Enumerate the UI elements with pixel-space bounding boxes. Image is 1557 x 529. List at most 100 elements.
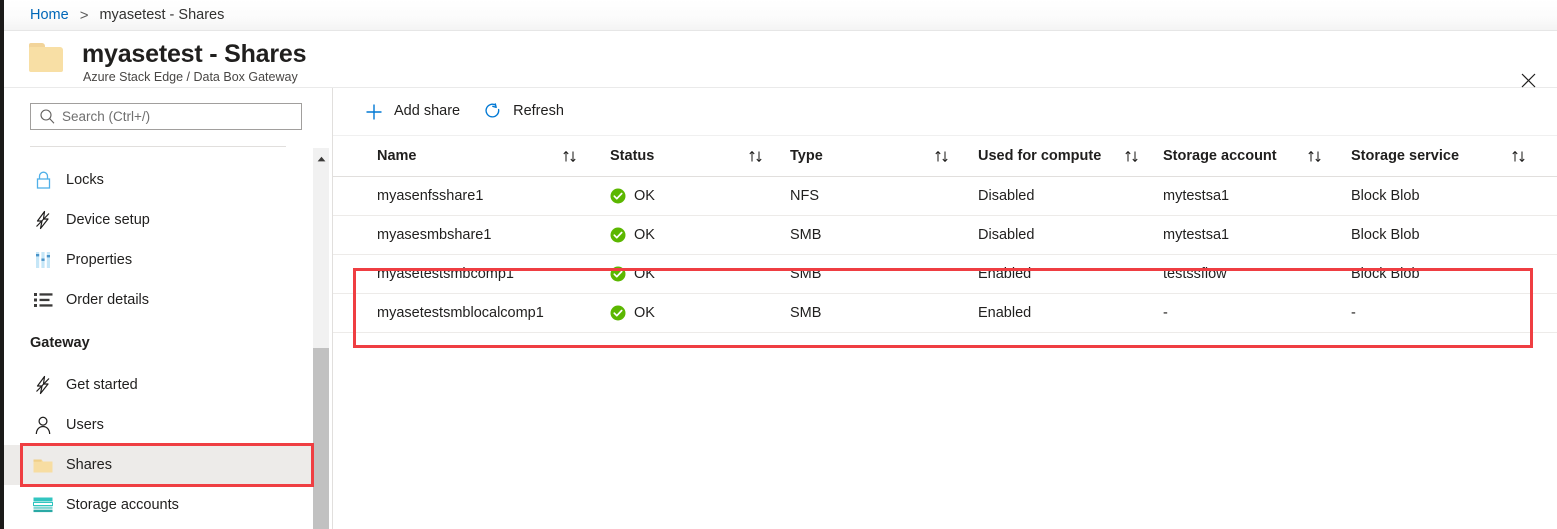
close-icon (1521, 73, 1535, 87)
refresh-icon (482, 101, 504, 123)
sidebar-scrollbar-thumb[interactable] (313, 348, 329, 529)
breadcrumb-home-link[interactable]: Home (30, 8, 69, 23)
cell-storage-service: Block Blob (1351, 226, 1420, 243)
toolbar-button-label: Refresh (513, 103, 564, 119)
table-row[interactable]: myasenfsshare1 OK NFS Disabled mytestsa1… (333, 177, 1557, 216)
column-header-status[interactable]: Status (610, 147, 654, 166)
cell-storage-service: Block Blob (1351, 187, 1420, 204)
table-row[interactable]: myasetestsmbcomp1 OK SMB Enabled testssf… (333, 255, 1557, 294)
refresh-button[interactable]: Refresh (480, 96, 574, 128)
check-circle-icon (610, 188, 626, 204)
sidebar-item-device-setup[interactable]: Device setup (4, 200, 312, 240)
lightning-bolt-icon (32, 374, 54, 396)
triangle-up-icon (317, 156, 325, 161)
sidebar-item-label: Order details (66, 291, 150, 308)
column-header-used-for-compute[interactable]: Used for compute (978, 147, 1101, 166)
cell-status: OK (610, 187, 655, 206)
nav-divider (30, 146, 286, 147)
table-header-row: Name Status Type Used for compute Storag… (333, 137, 1557, 177)
sort-arrows-icon-compute[interactable] (1124, 149, 1140, 165)
cell-status: OK (610, 304, 655, 323)
cell-type: SMB (790, 304, 822, 321)
cell-storage-account: mytestsa1 (1163, 187, 1230, 204)
sidebar-item-label: Locks (66, 171, 104, 188)
plus-icon (363, 101, 385, 123)
sidebar-item-shares[interactable]: Shares (4, 445, 312, 485)
shares-table: Name Status Type Used for compute Storag… (333, 137, 1557, 333)
status-text: OK (634, 265, 655, 282)
page-title: myasetest - Shares (82, 40, 307, 68)
person-icon (32, 414, 54, 436)
sidebar-item-label: Get started (66, 376, 138, 393)
column-header-type[interactable]: Type (790, 147, 823, 166)
toolbar: Add share Refresh (333, 88, 1557, 136)
search-icon (40, 109, 55, 124)
cell-status: OK (610, 226, 655, 245)
column-header-name[interactable]: Name (377, 147, 417, 166)
cell-type: SMB (790, 226, 822, 243)
column-header-storage-account[interactable]: Storage account (1163, 147, 1277, 166)
sort-arrows-icon-name[interactable] (562, 149, 578, 165)
sidebar-item-label: Device setup (66, 211, 150, 228)
sidebar-item-properties[interactable]: Properties (4, 240, 312, 280)
table-row[interactable]: myasetestsmblocalcomp1 OK SMB Enabled - … (333, 294, 1557, 333)
page-subtitle: Azure Stack Edge / Data Box Gateway (83, 70, 298, 84)
cell-name: myasenfsshare1 (377, 187, 484, 204)
sort-arrows-icon-storage-service[interactable] (1511, 149, 1527, 165)
lightning-bolt-icon (32, 209, 54, 231)
cell-type: NFS (790, 187, 819, 204)
breadcrumb-separator-icon: > (79, 6, 89, 24)
cell-name: myasetestsmblocalcomp1 (377, 304, 544, 321)
add-share-button[interactable]: Add share (361, 96, 470, 128)
cell-name: myasesmbshare1 (377, 226, 492, 243)
sidebar-item-label: Storage accounts (66, 496, 179, 513)
cell-storage-account: - (1163, 304, 1168, 321)
lock-icon (32, 169, 54, 191)
cell-storage-account: mytestsa1 (1163, 226, 1230, 243)
status-text: OK (634, 304, 655, 321)
sidebar: Locks Device setup (4, 88, 312, 529)
list-icon (32, 289, 54, 311)
cell-storage-account: testssflow (1163, 265, 1227, 282)
sidebar-item-storage-accounts[interactable]: Storage accounts (4, 485, 312, 525)
sort-arrows-icon-status[interactable] (748, 149, 764, 165)
cell-used-for-compute: Enabled (978, 304, 1032, 321)
sidebar-item-label: Shares (66, 456, 112, 473)
breadcrumb-current: myasetest - Shares (99, 6, 225, 23)
sidebar-item-get-started[interactable]: Get started (4, 365, 312, 405)
content-pane: Add share Refresh Name Status Type Used … (333, 88, 1557, 529)
toolbar-button-label: Add share (394, 103, 461, 119)
left-rail (0, 0, 4, 529)
sidebar-item-label: Users (66, 416, 104, 433)
cell-used-for-compute: Disabled (978, 226, 1035, 243)
status-text: OK (634, 226, 655, 243)
scroll-up-button[interactable] (313, 150, 329, 167)
sidebar-item-locks[interactable]: Locks (4, 160, 312, 200)
sort-arrows-icon-type[interactable] (934, 149, 950, 165)
cell-type: SMB (790, 265, 822, 282)
search-box[interactable] (30, 103, 302, 130)
cell-used-for-compute: Enabled (978, 265, 1032, 282)
table-row[interactable]: myasesmbshare1 OK SMB Disabled mytestsa1… (333, 216, 1557, 255)
cell-status: OK (610, 265, 655, 284)
sidebar-item-order-details[interactable]: Order details (4, 280, 312, 320)
sidebar-item-label: Properties (66, 251, 133, 268)
cell-storage-service: - (1351, 304, 1356, 321)
status-text: OK (634, 187, 655, 204)
cell-used-for-compute: Disabled (978, 187, 1035, 204)
sidebar-group-gateway: Gateway (30, 335, 90, 351)
column-header-storage-service[interactable]: Storage service (1351, 147, 1459, 166)
check-circle-icon (610, 305, 626, 321)
azure-portal-blade: Home > myasetest - Shares myasetest - Sh… (0, 0, 1557, 529)
storage-stack-icon (32, 494, 54, 516)
search-input[interactable] (62, 105, 301, 128)
cell-name: myasetestsmbcomp1 (377, 265, 514, 282)
breadcrumb: Home > myasetest - Shares (0, 0, 1557, 31)
cell-storage-service: Block Blob (1351, 265, 1420, 282)
sort-arrows-icon-storage-account[interactable] (1307, 149, 1323, 165)
folder-icon (32, 454, 54, 476)
sidebar-item-users[interactable]: Users (4, 405, 312, 445)
check-circle-icon (610, 227, 626, 243)
folder-icon (29, 43, 67, 74)
check-circle-icon (610, 266, 626, 282)
